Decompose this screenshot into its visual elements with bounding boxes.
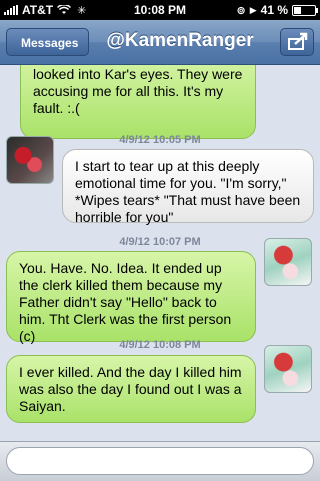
message-input[interactable] xyxy=(6,447,314,475)
message-composer xyxy=(0,441,320,481)
battery-fill xyxy=(294,6,301,14)
message-bubble-sent[interactable]: looked into Kar's eyes. They were accusi… xyxy=(20,65,256,139)
conversation-title: @KamenRanger xyxy=(106,30,254,51)
orientation-lock-icon: ⊚ xyxy=(236,4,246,17)
back-messages-button[interactable]: Messages xyxy=(6,28,90,56)
my-avatar[interactable] xyxy=(264,345,312,393)
my-avatar[interactable] xyxy=(264,238,312,286)
status-bar: AT&T ✳ 10:08 PM ⊚ ▶ 41 % xyxy=(0,0,320,20)
contact-avatar[interactable] xyxy=(6,136,54,184)
message-thread[interactable]: looked into Kar's eyes. They were accusi… xyxy=(0,65,320,441)
message-bubble-sent[interactable]: I ever killed. And the day I killed him … xyxy=(6,355,256,423)
status-right: ⊚ ▶ 41 % xyxy=(236,3,318,17)
navigation-bar: Messages @KamenRanger xyxy=(0,20,320,65)
play-icon: ▶ xyxy=(249,4,257,15)
battery-percent: 41 % xyxy=(260,3,288,17)
battery-icon xyxy=(292,4,318,16)
message-bubble-sent[interactable]: You. Have. No. Idea. It ended up the cle… xyxy=(6,251,256,344)
share-button[interactable] xyxy=(280,28,314,56)
message-bubble-received[interactable]: I start to tear up at this deeply emotio… xyxy=(62,149,314,225)
share-icon xyxy=(288,32,308,50)
